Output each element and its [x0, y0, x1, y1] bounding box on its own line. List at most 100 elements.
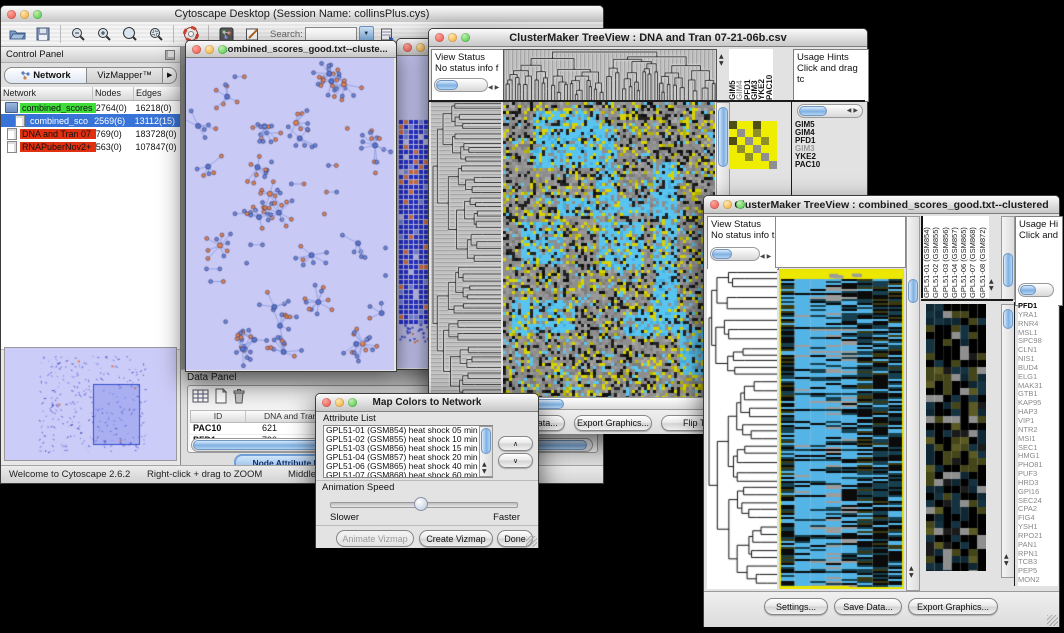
float-panel-icon[interactable]	[165, 50, 175, 60]
tv1-export-graphics-button[interactable]: Export Graphics...	[574, 415, 652, 431]
tv1-usage-scrollbar[interactable]: ◀▶	[797, 104, 863, 118]
zoom-in-icon[interactable]	[92, 24, 116, 45]
network-canvas[interactable]	[186, 58, 394, 370]
view-status-title: View Status	[435, 52, 503, 63]
minimize-button[interactable]	[448, 33, 457, 42]
attribute-list-vscrollbar[interactable]: ▲▼	[479, 426, 493, 477]
network-view-titlebar[interactable]: combined_scores_good.txt--cluste...	[186, 41, 396, 58]
minimize-button[interactable]	[416, 43, 425, 52]
network-row-rnapuber[interactable]: RNAPuberNov2+ 563(0) 107847(0)	[1, 140, 180, 153]
resize-grip[interactable]	[1047, 615, 1058, 626]
minimize-button[interactable]	[205, 45, 214, 54]
scrollbar-thumb[interactable]	[1003, 309, 1013, 329]
status-welcome: Welcome to Cytoscape 2.6.2	[9, 469, 130, 480]
tv2-zoom-heatmap[interactable]	[926, 304, 986, 571]
scrollbar-thumb[interactable]	[481, 428, 491, 454]
zoom-button[interactable]	[348, 398, 357, 407]
close-button[interactable]	[435, 33, 444, 42]
tv2-heatmap[interactable]	[779, 269, 904, 589]
minimize-button[interactable]	[723, 200, 732, 209]
zoom-button[interactable]	[461, 33, 470, 42]
minimize-button[interactable]	[335, 398, 344, 407]
tv2-settings-button[interactable]: Settings...	[764, 598, 828, 615]
network-row-selected[interactable]: combined_sco 2569(6) 13112(15)	[1, 114, 180, 127]
treeview1-titlebar[interactable]: ClusterMaker TreeView : DNA and Tran 07-…	[429, 29, 867, 47]
zoom-button[interactable]	[218, 45, 227, 54]
scrollbar-thumb[interactable]	[908, 279, 918, 303]
tv2-status-hscrollbar[interactable]	[710, 247, 760, 261]
tv1-heatmap[interactable]	[503, 102, 715, 397]
attribute-list-item[interactable]: GPL51-07 (GSM868) heat shock 60 min	[324, 471, 492, 478]
tv1-scroll-up-arrow[interactable]: ▲▼	[719, 53, 724, 67]
edge-count: 183728(0)	[135, 129, 180, 139]
tv2-label-scroll-arrows[interactable]: ▲▼	[989, 278, 994, 292]
close-button[interactable]	[7, 10, 16, 19]
tv1-status-hscrollbar[interactable]	[434, 78, 488, 92]
similarity-cell	[753, 129, 761, 137]
delete-attribute-icon[interactable]	[232, 388, 246, 409]
close-button[interactable]	[403, 43, 412, 52]
zoom-out-icon[interactable]	[66, 24, 90, 45]
move-up-button[interactable]: ∧	[498, 436, 533, 451]
gene-label[interactable]: MON2	[1018, 576, 1058, 585]
attribute-listbox[interactable]: GPL51-01 (GSM854) heat shock 05 minGPL51…	[323, 425, 493, 478]
minimize-button[interactable]	[20, 10, 29, 19]
network-list-empty-area	[1, 153, 180, 350]
animate-vizmap-button[interactable]: Animate Vizmap	[336, 530, 414, 547]
column-edges[interactable]: Edges	[134, 87, 180, 100]
create-vizmap-button[interactable]: Create Vizmap	[419, 530, 493, 547]
scrollbar-thumb[interactable]	[712, 249, 732, 259]
zoom-fit-icon[interactable]	[118, 24, 142, 45]
similarity-cell	[761, 161, 769, 169]
close-button[interactable]	[192, 45, 201, 54]
dialog-titlebar[interactable]: Map Colors to Network	[316, 394, 538, 412]
zoom-selected-icon[interactable]	[144, 24, 168, 45]
tv2-labels-vscrollbar[interactable]	[1001, 216, 1015, 300]
treeview2-titlebar[interactable]: ClusterMaker TreeView : combined_scores_…	[704, 196, 1059, 214]
move-down-button[interactable]: ∨	[498, 453, 533, 468]
tab-overflow-button[interactable]: ▶	[163, 67, 177, 84]
scroll-arrows[interactable]: ▲▼	[909, 565, 914, 579]
tab-vizmapper[interactable]: VizMapper™	[87, 67, 163, 84]
tv2-export-graphics-button[interactable]: Export Graphics...	[908, 598, 998, 615]
scrollbar-thumb[interactable]	[718, 107, 728, 167]
tv2-column-dendrogram-area[interactable]	[775, 216, 906, 268]
close-button[interactable]	[710, 200, 719, 209]
scrollbar-thumb[interactable]	[1003, 253, 1013, 287]
tv2-save-data-button[interactable]: Save Data...	[834, 598, 902, 615]
tab-network[interactable]: Network	[4, 67, 87, 84]
slider-thumb[interactable]	[414, 497, 428, 511]
main-titlebar[interactable]: Cytoscape Desktop (Session Name: collins…	[1, 6, 603, 23]
birdseye-view-canvas[interactable]	[5, 348, 174, 458]
network-name: DNA and Tran 07	[20, 129, 96, 139]
tv2-row-dendrogram[interactable]	[707, 269, 777, 589]
close-button[interactable]	[322, 398, 331, 407]
tv1-row-dendrogram[interactable]	[431, 102, 501, 397]
tv2-zoom-vscrollbar[interactable]: ▲▼	[1001, 304, 1015, 578]
network-row-combined-scores[interactable]: combined_scores 2764(0) 16218(0)	[1, 101, 180, 114]
column-network[interactable]: Network	[1, 87, 93, 100]
zoom-button[interactable]	[736, 200, 745, 209]
scroll-arrows[interactable]: ▲▼	[482, 461, 487, 475]
id-column-header[interactable]: ID	[191, 411, 246, 422]
network-overview-panel[interactable]	[4, 347, 177, 461]
tv2-main-vscrollbar[interactable]: ▲▼	[906, 216, 920, 591]
new-attribute-icon[interactable]	[214, 388, 228, 409]
scrollbar-thumb[interactable]	[436, 80, 458, 90]
tv1-column-dendrogram[interactable]	[503, 49, 717, 102]
zoom-button[interactable]	[33, 10, 42, 19]
open-file-button[interactable]	[5, 24, 29, 45]
resize-grip[interactable]	[526, 536, 537, 547]
network-row-dna-tran[interactable]: DNA and Tran 07 769(0) 183728(0)	[1, 127, 180, 140]
save-button[interactable]	[31, 24, 55, 45]
column-nodes[interactable]: Nodes	[93, 87, 134, 100]
similarity-cell	[737, 137, 745, 145]
scrollbar-thumb[interactable]	[1020, 285, 1036, 295]
select-attributes-icon[interactable]	[192, 388, 210, 409]
search-input[interactable]	[305, 27, 357, 41]
tv1-similarity-matrix[interactable]	[729, 121, 777, 169]
scrollbar-thumb[interactable]	[799, 106, 827, 116]
tv1-row-label: PAC10	[795, 161, 820, 169]
scroll-arrows[interactable]: ▲▼	[1004, 553, 1009, 567]
tv2-usage-scrollbar[interactable]	[1018, 283, 1054, 297]
